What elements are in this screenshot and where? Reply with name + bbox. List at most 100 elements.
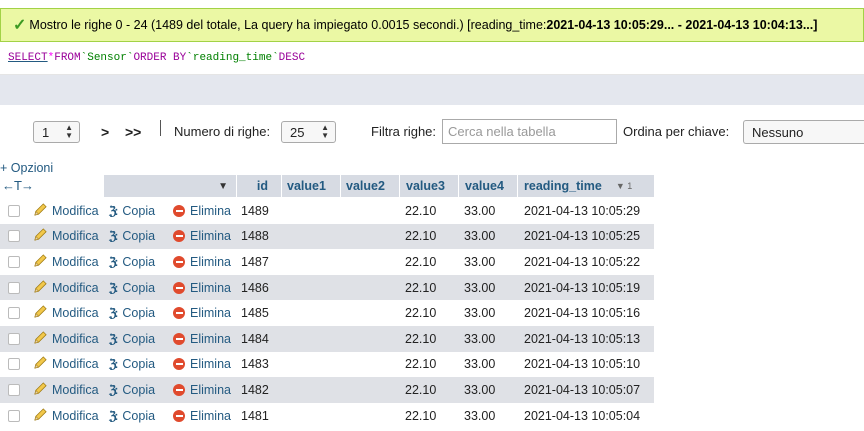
row-checkbox[interactable] (8, 204, 20, 217)
edit-action[interactable]: Modifica (33, 326, 99, 352)
table-row[interactable]: Modifica ℨ: Copia Elimina 1485 22.10 33.00 2021… (0, 300, 654, 326)
table-row[interactable]: Modifica ℨ: Copia Elimina 1482 22.10 33.00 2021… (0, 377, 654, 403)
copy-icon: ℨ: (109, 306, 119, 321)
copy-action[interactable]: ℨ: Copia (109, 198, 155, 224)
table-row[interactable]: Modifica ℨ: Copia Elimina 1484 22.10 33.00 2021… (0, 326, 654, 352)
column-header-value2[interactable]: value2 (341, 175, 400, 197)
delete-action[interactable]: Elimina (173, 249, 231, 275)
rows-count-select[interactable]: 25 ▲ ▼ (281, 121, 336, 143)
filter-rows-input[interactable] (442, 119, 617, 144)
delete-link[interactable]: Elimina (190, 409, 231, 423)
cell-reading-time: 2021-04-13 10:05:10 (524, 357, 641, 372)
sort-key-select[interactable]: Nessuno (743, 120, 864, 144)
copy-action[interactable]: ℨ: Copia (109, 300, 155, 326)
table-row[interactable]: Modifica ℨ: Copia Elimina 1487 22.10 33.00 2021… (0, 249, 654, 275)
dropdown-triangle-icon[interactable]: ▼ (218, 181, 228, 192)
column-resize-arrows-icon[interactable]: ←T→ (2, 178, 34, 193)
delete-action[interactable]: Elimina (173, 352, 231, 378)
copy-link[interactable]: Copia (122, 383, 155, 397)
column-header-value3[interactable]: value3 (400, 175, 459, 197)
delete-link[interactable]: Elimina (190, 332, 231, 346)
copy-link[interactable]: Copia (122, 357, 155, 371)
column-header-reading-time[interactable]: reading_time ▼ 1 (518, 175, 654, 197)
table-row[interactable]: Modifica ℨ: Copia Elimina 1481 22.10 33.00 2021… (0, 402, 654, 429)
edit-link[interactable]: Modifica (52, 357, 99, 371)
next-page-button[interactable]: > (101, 124, 109, 140)
row-checkbox[interactable] (8, 409, 20, 422)
edit-action[interactable]: Modifica (33, 198, 99, 224)
delete-action[interactable]: Elimina (173, 326, 231, 352)
copy-action[interactable]: ℨ: Copia (109, 275, 155, 301)
delete-action[interactable]: Elimina (173, 403, 231, 429)
edit-link[interactable]: Modifica (52, 255, 99, 269)
delete-link[interactable]: Elimina (190, 281, 231, 295)
select-arrows-icon: ▲ ▼ (321, 123, 329, 140)
delete-link[interactable]: Elimina (190, 255, 231, 269)
copy-action[interactable]: ℨ: Copia (109, 352, 155, 378)
sql-from-keyword: FROM (54, 52, 81, 64)
edit-action[interactable]: Modifica (33, 377, 99, 403)
sql-select-keyword[interactable]: SELECT (8, 52, 48, 64)
copy-link[interactable]: Copia (122, 255, 155, 269)
copy-action[interactable]: ℨ: Copia (109, 377, 155, 403)
delete-link[interactable]: Elimina (190, 306, 231, 320)
column-header-value4[interactable]: value4 (459, 175, 518, 197)
edit-link[interactable]: Modifica (52, 383, 99, 397)
table-row[interactable]: Modifica ℨ: Copia Elimina 1488 22.10 33.00 2021… (0, 223, 654, 250)
row-checkbox[interactable] (8, 383, 20, 396)
edit-action[interactable]: Modifica (33, 352, 99, 378)
edit-link[interactable]: Modifica (52, 332, 99, 346)
delete-link[interactable]: Elimina (190, 229, 231, 243)
cell-value4: 33.00 (464, 382, 496, 397)
page-select[interactable]: 1 ▲ ▼ (33, 121, 80, 143)
edit-action[interactable]: Modifica (33, 275, 99, 301)
delete-action[interactable]: Elimina (173, 377, 231, 403)
delete-link[interactable]: Elimina (190, 383, 231, 397)
edit-action[interactable]: Modifica (33, 224, 99, 250)
column-header-id[interactable]: id (237, 175, 282, 197)
delete-action[interactable]: Elimina (173, 300, 231, 326)
column-header-value1[interactable]: value1 (282, 175, 341, 197)
edit-action[interactable]: Modifica (33, 403, 99, 429)
edit-action[interactable]: Modifica (33, 249, 99, 275)
row-checkbox[interactable] (8, 230, 20, 243)
row-checkbox[interactable] (8, 281, 20, 294)
delete-action[interactable]: Elimina (173, 275, 231, 301)
table-row[interactable]: Modifica ℨ: Copia Elimina 1483 22.10 33.00 2021… (0, 351, 654, 378)
copy-link[interactable]: Copia (122, 306, 155, 320)
row-checkbox[interactable] (8, 307, 20, 320)
edit-link[interactable]: Modifica (52, 204, 99, 218)
copy-link[interactable]: Copia (122, 409, 155, 423)
edit-action[interactable]: Modifica (33, 300, 99, 326)
options-link[interactable]: + Opzioni (0, 161, 53, 175)
sql-table-name: `Sensor` (80, 52, 134, 64)
edit-link[interactable]: Modifica (52, 281, 99, 295)
copy-action[interactable]: ℨ: Copia (109, 326, 155, 352)
table-row[interactable]: Modifica ℨ: Copia Elimina 1486 22.10 33.00 2021… (0, 274, 654, 301)
copy-link[interactable]: Copia (122, 332, 155, 346)
delete-link[interactable]: Elimina (190, 357, 231, 371)
edit-link[interactable]: Modifica (52, 306, 99, 320)
delete-action[interactable]: Elimina (173, 224, 231, 250)
copy-action[interactable]: ℨ: Copia (109, 224, 155, 250)
copy-action[interactable]: ℨ: Copia (109, 403, 155, 429)
rows-count-value: 25 (290, 124, 305, 140)
actions-header[interactable]: ▼ (104, 175, 237, 197)
copy-action[interactable]: ℨ: Copia (109, 249, 155, 275)
edit-link[interactable]: Modifica (52, 229, 99, 243)
row-checkbox[interactable] (8, 332, 20, 345)
delete-link[interactable]: Elimina (190, 204, 231, 218)
pencil-icon (33, 381, 48, 399)
pencil-icon (33, 279, 48, 297)
copy-link[interactable]: Copia (122, 204, 155, 218)
row-checkbox[interactable] (8, 358, 20, 371)
sql-order-by-keyword: ORDER BY (133, 52, 187, 64)
last-page-button[interactable]: >> (125, 124, 141, 140)
table-row[interactable]: Modifica ℨ: Copia Elimina 1489 22.10 33.00 2021… (0, 198, 654, 224)
row-checkbox[interactable] (8, 255, 20, 268)
sort-key-value: Nessuno (752, 124, 804, 140)
edit-link[interactable]: Modifica (52, 409, 99, 423)
copy-link[interactable]: Copia (122, 229, 155, 243)
copy-link[interactable]: Copia (122, 281, 155, 295)
delete-action[interactable]: Elimina (173, 198, 231, 224)
